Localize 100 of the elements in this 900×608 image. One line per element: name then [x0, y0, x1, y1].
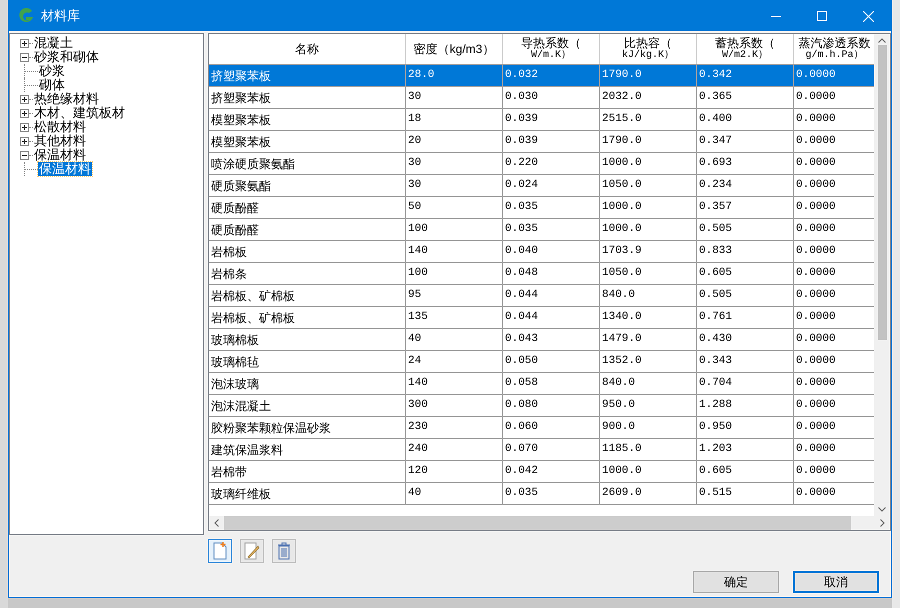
- table-cell: 240: [406, 439, 503, 460]
- table-cell: 建筑保温浆料: [209, 439, 406, 460]
- table-cell: 30: [406, 153, 503, 174]
- table-cell: 40: [406, 329, 503, 350]
- table-cell: 1703.9: [600, 241, 697, 262]
- expand-icon[interactable]: [20, 136, 29, 146]
- edit-button[interactable]: [240, 539, 264, 563]
- table-cell: 0.070: [503, 439, 600, 460]
- table-cell: 0.342: [697, 65, 794, 86]
- table-cell: 0.058: [503, 373, 600, 394]
- table-cell: 0.043: [503, 329, 600, 350]
- table-row[interactable]: 挤塑聚苯板 28.0 0.032 1790.0 0.342 0.0000: [209, 65, 874, 87]
- table-cell: 0.035: [503, 483, 600, 504]
- table-cell: 18: [406, 109, 503, 130]
- table-row[interactable]: 模塑聚苯板 20 0.039 1790.0 0.347 0.0000: [209, 131, 874, 153]
- tree-item[interactable]: 砂浆和砌体: [33, 50, 100, 64]
- table-row[interactable]: 岩棉条 100 0.048 1050.0 0.605 0.0000: [209, 263, 874, 285]
- table-cell: 硬质酚醛: [209, 219, 406, 240]
- column-header[interactable]: 密度（kg/m3）: [406, 34, 503, 64]
- table-cell: 1352.0: [600, 351, 697, 372]
- tree-item[interactable]: 砌体: [38, 78, 66, 92]
- table-cell: 20: [406, 131, 503, 152]
- table-cell: 0.950: [697, 417, 794, 438]
- tree-item[interactable]: 保温材料: [38, 162, 92, 176]
- table-cell: 0.032: [503, 65, 600, 86]
- table-row[interactable]: 泡沫混凝土 300 0.080 950.0 1.288 0.0000: [209, 395, 874, 417]
- table-row[interactable]: 岩棉板 140 0.040 1703.9 0.833 0.0000: [209, 241, 874, 263]
- expand-icon[interactable]: [20, 108, 29, 118]
- table-row[interactable]: 玻璃棉毡 24 0.050 1352.0 0.343 0.0000: [209, 351, 874, 373]
- expand-icon[interactable]: [20, 94, 29, 104]
- table-cell: 1050.0: [600, 175, 697, 196]
- table-row[interactable]: 模塑聚苯板 18 0.039 2515.0 0.400 0.0000: [209, 109, 874, 131]
- edit-document-icon: [244, 542, 260, 560]
- tree-item[interactable]: 砂浆: [38, 64, 66, 78]
- tree-item[interactable]: 松散材料: [33, 120, 87, 134]
- table-row[interactable]: 玻璃纤维板 40 0.035 2609.0 0.515 0.0000: [209, 483, 874, 505]
- table-cell: 岩棉板、矿棉板: [209, 285, 406, 306]
- table-cell: 2609.0: [600, 483, 697, 504]
- column-header[interactable]: 比热容（ kJ/kg.K）: [600, 34, 697, 64]
- vertical-scrollbar[interactable]: [874, 34, 890, 516]
- tree-item[interactable]: 热绝缘材料: [33, 92, 100, 106]
- table-cell: 30: [406, 175, 503, 196]
- table-cell: 泡沫玻璃: [209, 373, 406, 394]
- table-cell: 玻璃棉板: [209, 329, 406, 350]
- table-cell: 2515.0: [600, 109, 697, 130]
- table-cell: 1000.0: [600, 461, 697, 482]
- collapse-icon[interactable]: [20, 52, 29, 62]
- maximize-icon: [817, 11, 827, 21]
- table-cell: 230: [406, 417, 503, 438]
- collapse-icon[interactable]: [20, 150, 29, 160]
- tree-item[interactable]: 混凝土: [33, 36, 74, 50]
- table-cell: 硬质聚氨酯: [209, 175, 406, 196]
- column-header[interactable]: 导热系数（ W/m.K）: [503, 34, 600, 64]
- table-cell: 模塑聚苯板: [209, 109, 406, 130]
- table-cell: 140: [406, 241, 503, 262]
- table-cell: 100: [406, 219, 503, 240]
- new-button[interactable]: [208, 539, 232, 563]
- tree-item[interactable]: 保温材料: [33, 148, 87, 162]
- table-row[interactable]: 硬质聚氨酯 30 0.024 1050.0 0.234 0.0000: [209, 175, 874, 197]
- table-row[interactable]: 岩棉带 120 0.042 1000.0 0.605 0.0000: [209, 461, 874, 483]
- expand-icon[interactable]: [20, 38, 29, 48]
- column-header[interactable]: 蓄热系数（ W/m2.K）: [697, 34, 794, 64]
- table-row[interactable]: 硬质酚醛 100 0.035 1000.0 0.505 0.0000: [209, 219, 874, 241]
- expand-icon[interactable]: [20, 122, 29, 132]
- table-cell: 挤塑聚苯板: [209, 65, 406, 86]
- table-row[interactable]: 泡沫玻璃 140 0.058 840.0 0.704 0.0000: [209, 373, 874, 395]
- table-cell: 840.0: [600, 285, 697, 306]
- table-cell: 0.347: [697, 131, 794, 152]
- table-cell: 2032.0: [600, 87, 697, 108]
- table-cell: 玻璃纤维板: [209, 483, 406, 504]
- column-header[interactable]: 名称: [209, 34, 406, 64]
- table-row[interactable]: 玻璃棉板 40 0.043 1479.0 0.430 0.0000: [209, 329, 874, 351]
- table-row[interactable]: 胶粉聚苯颗粒保温砂浆 230 0.060 900.0 0.950 0.0000: [209, 417, 874, 439]
- table-row[interactable]: 喷涂硬质聚氨酯 30 0.220 1000.0 0.693 0.0000: [209, 153, 874, 175]
- table-row[interactable]: 建筑保温浆料 240 0.070 1185.0 1.203 0.0000: [209, 439, 874, 461]
- table-cell: 0.400: [697, 109, 794, 130]
- table-cell: 0.080: [503, 395, 600, 416]
- table-cell: 0.044: [503, 285, 600, 306]
- app-logo-icon: [17, 7, 35, 25]
- dialog-button[interactable]: 确定: [693, 571, 779, 593]
- tree-item[interactable]: 其他材料: [33, 134, 87, 148]
- tree-item[interactable]: 木材、建筑板材: [33, 106, 126, 120]
- table-cell: 1000.0: [600, 153, 697, 174]
- table-row[interactable]: 硬质酚醛 50 0.035 1000.0 0.357 0.0000: [209, 197, 874, 219]
- table-row[interactable]: 岩棉板、矿棉板 95 0.044 840.0 0.505 0.0000: [209, 285, 874, 307]
- table-cell: 0.044: [503, 307, 600, 328]
- table-cell: 玻璃棉毡: [209, 351, 406, 372]
- scroll-left-icon: [214, 519, 219, 527]
- delete-button[interactable]: [272, 539, 296, 563]
- table-cell: 100: [406, 263, 503, 284]
- table-cell: 900.0: [600, 417, 697, 438]
- table-cell: 岩棉带: [209, 461, 406, 482]
- table-cell: 28.0: [406, 65, 503, 86]
- table-row[interactable]: 挤塑聚苯板 30 0.030 2032.0 0.365 0.0000: [209, 87, 874, 109]
- table-cell: 0.704: [697, 373, 794, 394]
- scrollbar-thumb[interactable]: [878, 45, 887, 340]
- table-cell: 24: [406, 351, 503, 372]
- table-cell: 1790.0: [600, 65, 697, 86]
- dialog-button[interactable]: 取消: [793, 571, 879, 593]
- table-row[interactable]: 岩棉板、矿棉板 135 0.044 1340.0 0.761 0.0000: [209, 307, 874, 329]
